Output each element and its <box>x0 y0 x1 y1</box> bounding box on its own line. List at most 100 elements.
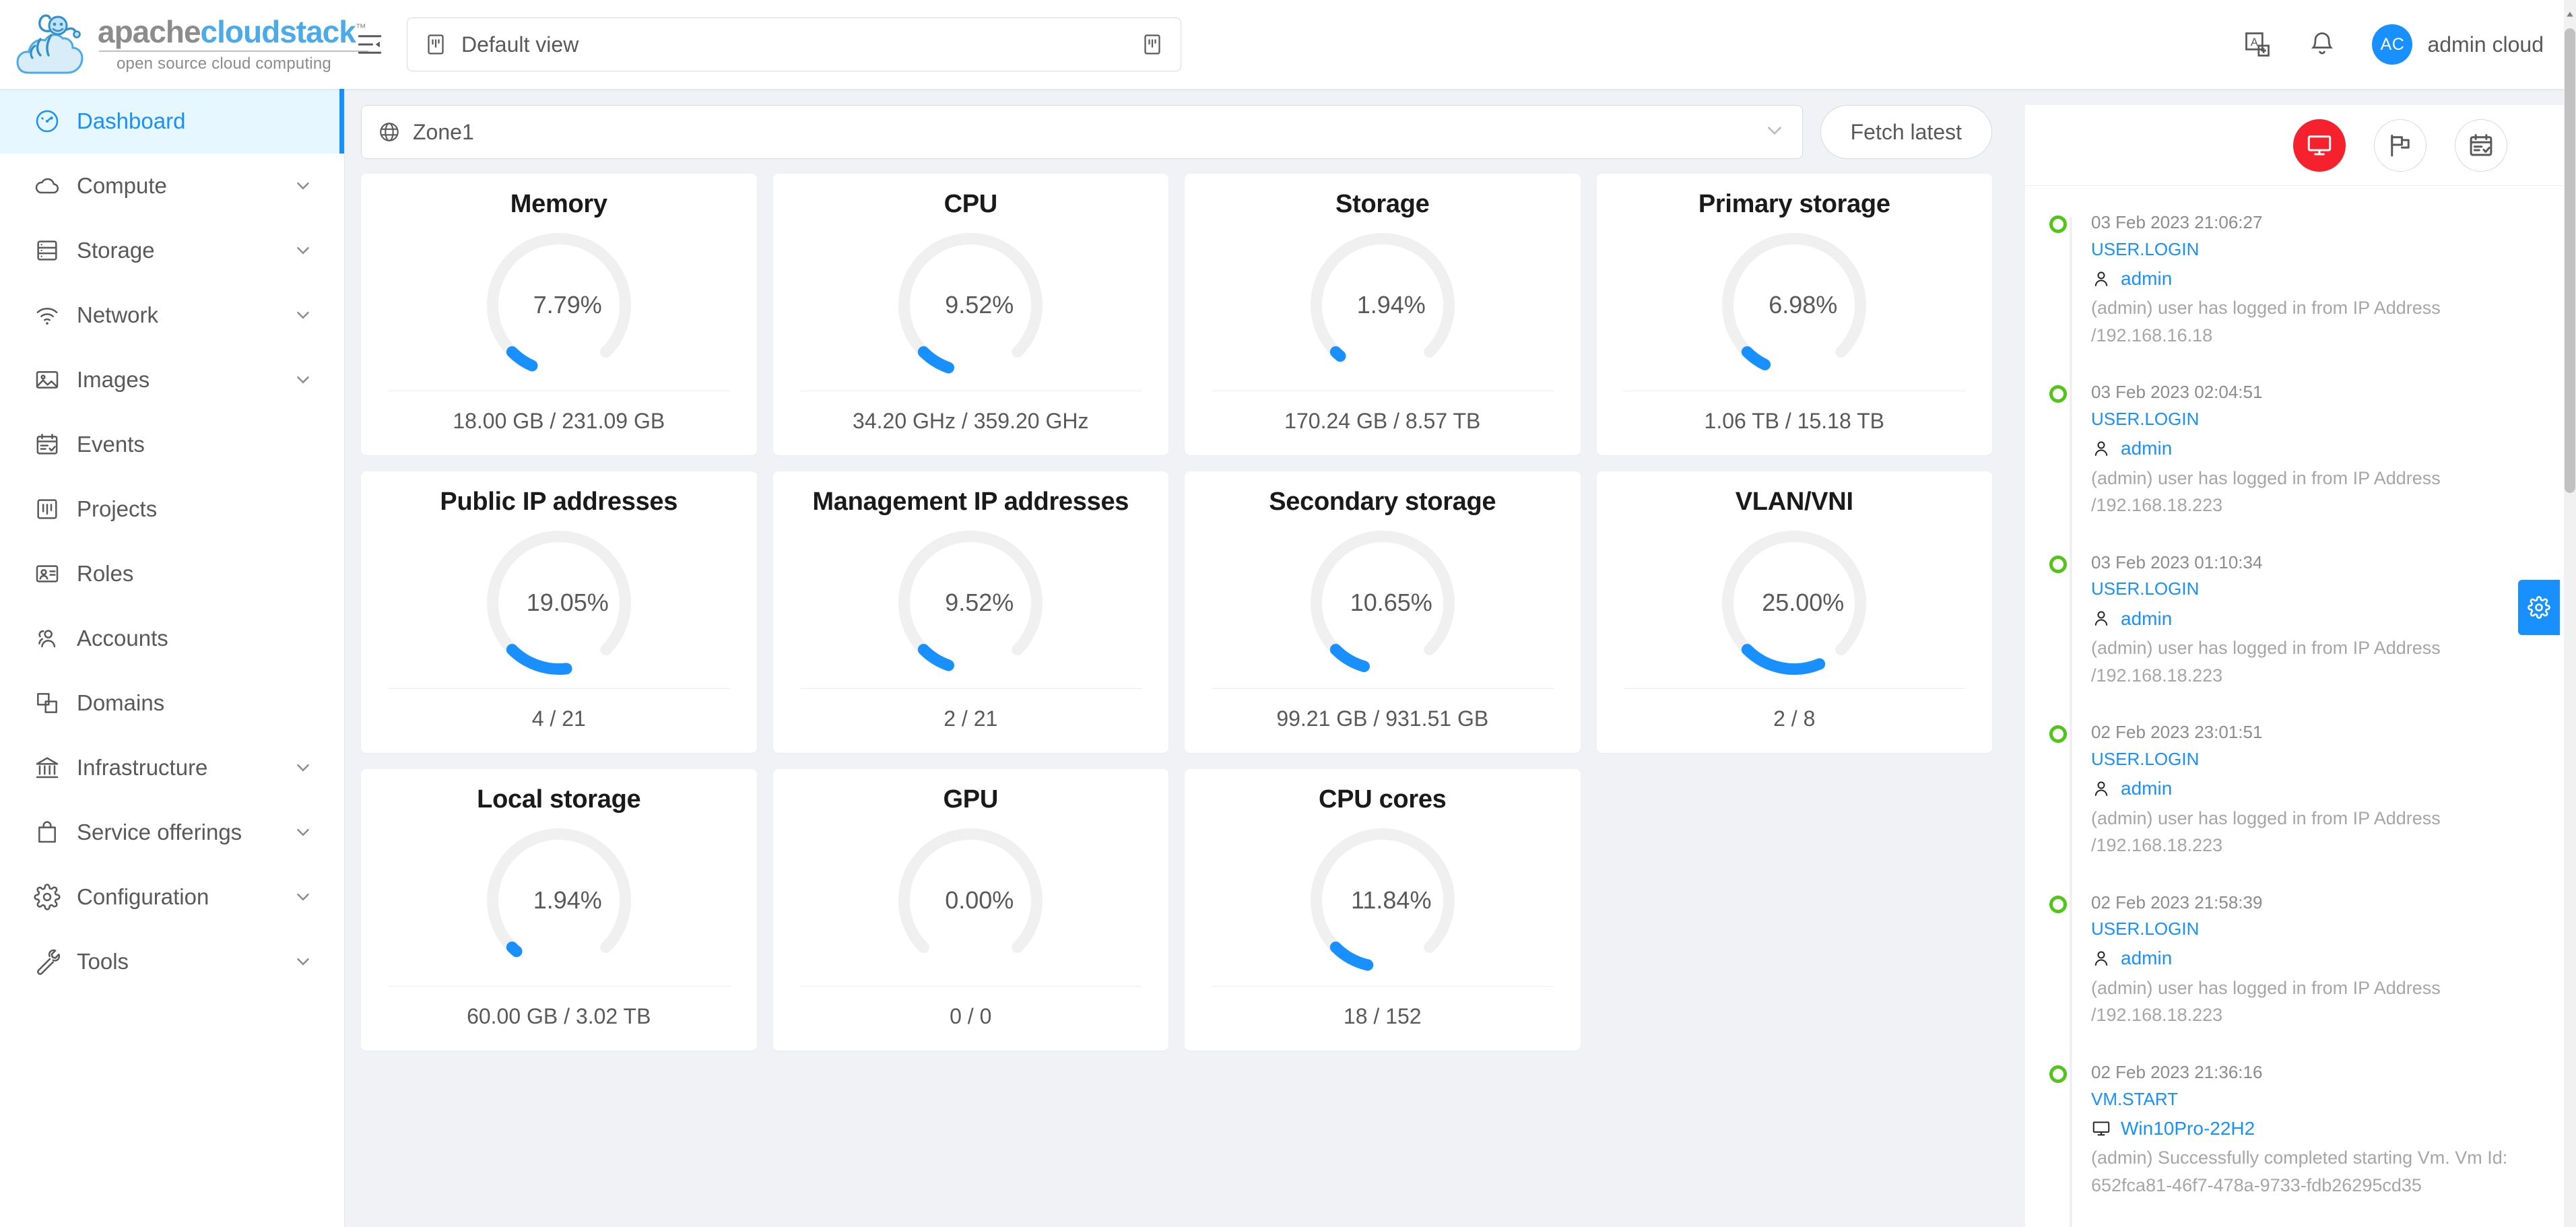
event-item: 03 Feb 2023 02:04:51 USER.LOGIN admin (admi… <box>2049 380 2537 519</box>
sidebar-item-tools[interactable]: Tools <box>0 929 344 994</box>
chevron-down-icon <box>1763 119 1786 145</box>
calendar-check-icon <box>2470 133 2492 156</box>
capacity-percent-label: 7.79% <box>533 290 602 319</box>
page-scrollbar-thumb[interactable] <box>2565 28 2575 493</box>
bank-icon <box>34 754 65 781</box>
chevron-down-icon[interactable] <box>293 370 313 390</box>
sidebar-item-configuration[interactable]: Configuration <box>0 865 344 929</box>
project-view-icon[interactable] <box>1140 32 1164 57</box>
sidebar-item-label: Images <box>77 367 150 392</box>
capacity-gauge-area: 0.00% <box>800 815 1142 986</box>
events-tab-desktop[interactable] <box>2293 119 2346 172</box>
picture-icon <box>36 371 59 389</box>
event-type-link[interactable]: USER.LOGIN <box>2091 745 2537 772</box>
capacity-gauge-area: 9.52% <box>800 517 1142 688</box>
sidebar-item-images[interactable]: Images <box>0 347 344 412</box>
scroll-up-button[interactable] <box>2564 0 2576 28</box>
capacity-card-title: VLAN/VNI <box>1735 488 1853 516</box>
fetch-latest-button[interactable]: Fetch latest <box>1820 105 1992 159</box>
chevron-down-icon[interactable] <box>293 887 313 907</box>
capacity-card[interactable]: CPU cores 11.84% 18 / 152 <box>1185 769 1581 1051</box>
capacity-gauge: 11.84% <box>1309 827 1456 974</box>
event-type-link[interactable]: USER.LOGIN <box>2091 236 2537 263</box>
event-subject-link[interactable]: admin <box>2121 434 2172 463</box>
wifi-icon <box>34 302 65 329</box>
gear-icon <box>2528 596 2550 619</box>
capacity-card-footer: 0 / 0 <box>799 986 1142 1051</box>
sidebar-item-network[interactable]: Network <box>0 283 344 347</box>
chevron-down-icon[interactable] <box>293 305 313 325</box>
chevron-down-icon[interactable] <box>293 240 313 261</box>
sidebar-item-service-offerings[interactable]: Service offerings <box>0 800 344 865</box>
capacity-card[interactable]: Secondary storage 10.65% 99.21 GB / 931.51… <box>1185 471 1581 753</box>
calendar-check-icon <box>34 431 65 458</box>
sidebar-item-dashboard[interactable]: Dashboard <box>0 89 344 154</box>
language-button[interactable]: A <box>2243 30 2272 59</box>
capacity-card-footer: 60.00 GB / 3.02 TB <box>388 986 730 1051</box>
event-type-link[interactable]: USER.LOGIN <box>2091 405 2537 432</box>
app-logo[interactable]: apachecloudstack™ open source cloud comp… <box>0 0 368 89</box>
event-type-link[interactable]: VM.START <box>2091 1086 2537 1113</box>
capacity-card[interactable]: Storage 1.94% 170.24 GB / 8.57 TB <box>1185 174 1581 455</box>
capacity-card-footer: 2 / 8 <box>1623 688 1965 753</box>
event-subject-link[interactable]: admin <box>2121 604 2172 633</box>
capacity-card[interactable]: Local storage 1.94% 60.00 GB / 3.02 TB <box>361 769 757 1051</box>
sidebar-item-compute[interactable]: Compute <box>0 154 344 218</box>
capacity-card[interactable]: Management IP addresses 9.52% 2 / 21 <box>772 471 1168 753</box>
event-subject-link[interactable]: admin <box>2121 264 2172 293</box>
capacity-gauge: 9.52% <box>897 529 1044 676</box>
capacity-card[interactable]: CPU 9.52% 34.20 GHz / 359.20 GHz <box>772 174 1168 455</box>
chevron-down-icon[interactable] <box>293 758 313 778</box>
events-tab-calendar-check[interactable] <box>2455 119 2507 172</box>
capacity-card-footer: 18.00 GB / 231.09 GB <box>388 391 730 455</box>
sidebar-collapse-button[interactable] <box>345 0 395 89</box>
capacity-card[interactable]: Memory 7.79% 18.00 GB / 231.09 GB <box>361 174 757 455</box>
capacity-card[interactable]: Primary storage 6.98% 1.06 TB / 15.18 TB <box>1596 174 1992 455</box>
sidebar-item-label: Storage <box>77 238 155 263</box>
event-description: (admin) Successfully completed starting … <box>2091 1148 2508 1195</box>
main-content: Zone1 Fetch latest Memory 7.79% 18.00 GB /… <box>345 89 2008 1227</box>
capacity-gauge-area: 10.65% <box>1212 517 1554 688</box>
user-menu[interactable]: AC admin cloud <box>2372 24 2544 65</box>
setting-icon <box>34 884 65 910</box>
sidebar-item-roles[interactable]: Roles <box>0 541 344 606</box>
notifications-button[interactable] <box>2307 30 2337 59</box>
event-item: 03 Feb 2023 21:06:27 USER.LOGIN admin (admi… <box>2049 210 2537 349</box>
capacity-card[interactable]: Public IP addresses 19.05% 4 / 21 <box>361 471 757 753</box>
sidebar-item-label: Network <box>77 302 159 327</box>
block-icon <box>37 693 57 713</box>
event-description: (admin) user has logged in from IP Addre… <box>2091 977 2441 1026</box>
event-type-link[interactable]: USER.LOGIN <box>2091 915 2537 942</box>
capacity-card-footer: 34.20 GHz / 359.20 GHz <box>799 391 1142 455</box>
settings-drawer-button[interactable] <box>2518 580 2560 635</box>
menu-fold-icon <box>358 35 382 54</box>
event-status-dot <box>2049 385 2067 403</box>
event-subject-link[interactable]: admin <box>2121 774 2172 803</box>
wifi-icon <box>36 308 58 325</box>
events-tab-bar <box>2025 105 2564 186</box>
capacity-card[interactable]: GPU 0.00% 0 / 0 <box>772 769 1168 1051</box>
chevron-down-icon[interactable] <box>293 176 313 196</box>
event-subject-link[interactable]: admin <box>2121 943 2172 972</box>
capacity-card[interactable]: VLAN/VNI 25.00% 2 / 8 <box>1596 471 1992 753</box>
events-tab-flag[interactable] <box>2374 119 2426 172</box>
flag-icon <box>2391 134 2410 157</box>
event-subject: Win10Pro-22H2 <box>2091 1114 2537 1143</box>
event-subject-link[interactable]: Win10Pro-22H2 <box>2121 1114 2255 1143</box>
event-type-link[interactable]: USER.LOGIN <box>2091 575 2537 602</box>
event-timestamp: 03 Feb 2023 21:06:27 <box>2091 212 2263 232</box>
sidebar-item-infrastructure[interactable]: Infrastructure <box>0 735 344 800</box>
chevron-down-icon[interactable] <box>293 952 313 972</box>
sidebar-item-projects[interactable]: Projects <box>0 477 344 541</box>
shopping-icon <box>34 819 65 846</box>
view-selector[interactable]: Default view <box>407 18 1181 71</box>
chevron-down-icon[interactable] <box>293 822 313 842</box>
sidebar-item-events[interactable]: Events <box>0 412 344 477</box>
sidebar-item-domains[interactable]: Domains <box>0 671 344 735</box>
sidebar-item-storage[interactable]: Storage <box>0 218 344 283</box>
zone-selector[interactable]: Zone1 <box>361 105 1803 159</box>
capacity-card-footer: 170.24 GB / 8.57 TB <box>1212 391 1554 455</box>
avatar: AC <box>2372 24 2413 65</box>
sidebar-item-accounts[interactable]: Accounts <box>0 606 344 671</box>
capacity-card-footer: 1.06 TB / 15.18 TB <box>1623 391 1965 455</box>
